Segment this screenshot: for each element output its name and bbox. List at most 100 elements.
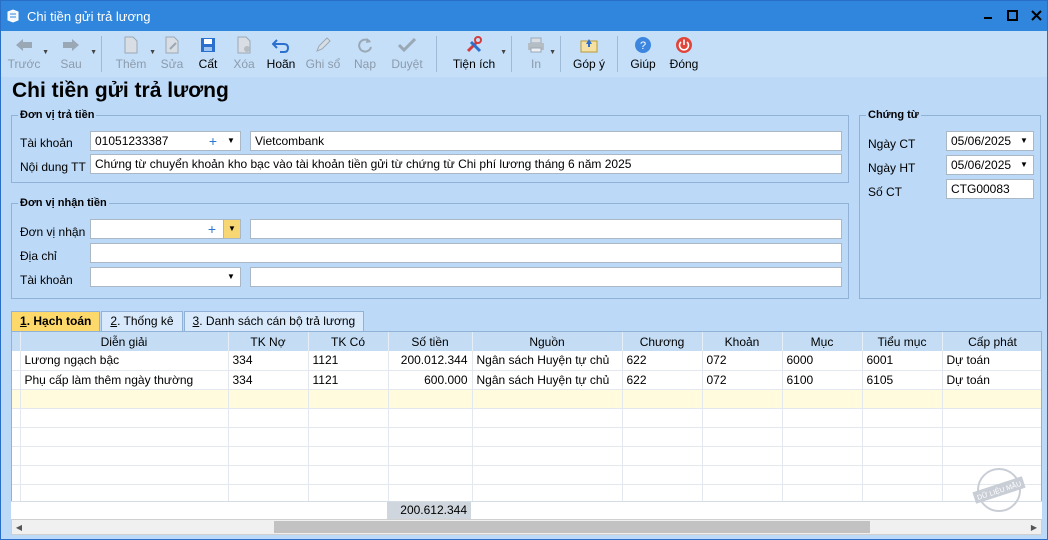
table-cell[interactable]: Dự toán	[942, 370, 1041, 390]
table-cell[interactable]: 6105	[862, 370, 943, 390]
chevron-down-icon[interactable]: ▼	[223, 220, 240, 238]
chevron-down-icon[interactable]: ▼	[1017, 133, 1031, 149]
title-bar: Chi tiền gửi trả lương	[1, 1, 1047, 31]
arrow-right-icon	[60, 35, 82, 55]
approve-button[interactable]: Duyệt	[384, 31, 430, 77]
table-row[interactable]: Lương ngạch bậc 334 1121 200.012.344 Ngâ…	[12, 351, 1041, 371]
scroll-right-icon[interactable]: ▶	[1027, 520, 1041, 534]
tools-icon	[463, 35, 485, 55]
receiver-legend: Đơn vị nhận tiền	[20, 197, 107, 209]
table-cell[interactable]: 1121	[308, 351, 389, 371]
table-row-empty[interactable]	[12, 427, 1041, 447]
column-header[interactable]: Số tiền	[388, 332, 473, 351]
column-header[interactable]: Mục	[782, 332, 863, 351]
sample-data-stamp: DỮ LIỆU MẪU	[969, 467, 1029, 513]
table-row[interactable]: Phụ cấp làm thêm ngày thường 334 1121 60…	[12, 370, 1041, 390]
prev-button[interactable]: Trước ▼	[1, 31, 49, 77]
column-header[interactable]: Khoản	[702, 332, 783, 351]
feedback-button[interactable]: Góp ý	[567, 31, 611, 77]
table-cell[interactable]: 072	[702, 370, 783, 390]
page-title: Chi tiền gửi trả lương	[12, 79, 229, 102]
tab-danh-sach-can-bo[interactable]: 3. Danh sách cán bộ trả lương	[183, 311, 365, 331]
table-cell[interactable]: 072	[702, 351, 783, 371]
undo-button[interactable]: Hoãn	[262, 31, 300, 77]
table-row-empty[interactable]	[12, 465, 1041, 485]
table-cell[interactable]: 622	[622, 351, 703, 371]
scroll-left-icon[interactable]: ◀	[12, 520, 26, 534]
grid-header-row: Diễn giải TK Nợ TK Có Số tiền Nguồn Chươ…	[12, 332, 1041, 351]
feedback-icon	[578, 35, 600, 55]
total-amount: 200.612.344	[387, 502, 471, 519]
receiver-bank-field[interactable]	[250, 267, 842, 287]
edit-button[interactable]: Sửa	[154, 31, 190, 77]
add-icon[interactable]: +	[205, 221, 219, 237]
table-cell[interactable]: Phụ cấp làm thêm ngày thường	[20, 370, 229, 390]
tab-thong-ke[interactable]: 2. Thống kê	[101, 311, 183, 331]
column-header[interactable]: Nguồn	[472, 332, 623, 351]
voucher-legend: Chứng từ	[868, 109, 919, 121]
table-cell[interactable]: 600.000	[388, 370, 473, 390]
table-cell[interactable]: 334	[228, 370, 309, 390]
post-button[interactable]: Ghi sổ	[300, 31, 346, 77]
table-cell[interactable]: 6000	[782, 351, 863, 371]
date-ct-picker[interactable]: 05/06/2025 ▼	[946, 131, 1034, 151]
app-window: Chi tiền gửi trả lương Trước ▼ Sau ▼ Thê…	[0, 0, 1048, 540]
toolbar-separator	[101, 36, 102, 72]
printer-icon	[525, 35, 547, 55]
payer-account-value: 01051233387	[95, 134, 169, 148]
date-ht-picker[interactable]: 05/06/2025 ▼	[946, 155, 1034, 175]
chevron-down-icon[interactable]: ▼	[224, 133, 238, 149]
payer-account-combo[interactable]: 01051233387 + ▼	[90, 131, 241, 151]
column-header[interactable]: Cấp phát	[942, 332, 1041, 351]
table-cell[interactable]: 200.012.344	[388, 351, 473, 371]
scrollbar-thumb[interactable]	[274, 521, 870, 533]
table-cell[interactable]: 6100	[782, 370, 863, 390]
close-icon[interactable]	[1029, 7, 1043, 23]
maximize-icon[interactable]	[1005, 7, 1019, 23]
table-cell[interactable]: 6001	[862, 351, 943, 371]
column-header[interactable]: Tiểu mục	[862, 332, 943, 351]
chevron-down-icon[interactable]: ▼	[224, 269, 238, 285]
add-button[interactable]: Thêm ▼	[108, 31, 156, 77]
table-cell[interactable]: Ngân sách Huyện tự chủ	[472, 370, 623, 390]
payer-bank-field[interactable]: Vietcombank	[250, 131, 842, 151]
table-cell[interactable]: Dự toán	[942, 351, 1041, 371]
date-ct-label: Ngày CT	[868, 137, 916, 151]
column-header[interactable]: TK Có	[308, 332, 389, 351]
table-cell[interactable]: Ngân sách Huyện tự chủ	[472, 351, 623, 371]
table-row-empty[interactable]	[12, 408, 1041, 428]
minimize-icon[interactable]	[981, 7, 995, 23]
help-button[interactable]: ? Giúp	[624, 31, 662, 77]
table-cell[interactable]: 1121	[308, 370, 389, 390]
table-cell[interactable]: Lương ngạch bậc	[20, 351, 229, 371]
table-cell[interactable]: 622	[622, 370, 703, 390]
utilities-button[interactable]: Tiện ích ▼	[443, 31, 507, 77]
so-ct-field[interactable]: CTG00083	[946, 179, 1034, 199]
receiver-unit-combo[interactable]: + ▼	[90, 219, 241, 239]
table-row-new[interactable]	[12, 389, 1041, 409]
save-button[interactable]: Cất	[190, 31, 226, 77]
chevron-down-icon[interactable]: ▼	[1017, 157, 1031, 173]
table-row-empty[interactable]	[12, 446, 1041, 466]
receiver-address-field[interactable]	[90, 243, 842, 263]
tab-hach-toan[interactable]: 1. Hạch toán	[11, 311, 101, 331]
column-header[interactable]: Chương	[622, 332, 703, 351]
payer-content-label: Nội dung TT	[20, 160, 86, 174]
receiver-account-combo[interactable]: ▼	[90, 267, 241, 287]
table-cell[interactable]: 334	[228, 351, 309, 371]
next-button[interactable]: Sau ▼	[47, 31, 97, 77]
horizontal-scrollbar[interactable]: ◀ ▶	[11, 519, 1042, 535]
column-header[interactable]: TK Nợ	[228, 332, 309, 351]
receiver-unit-name-field[interactable]	[250, 219, 842, 239]
print-button[interactable]: In ▼	[518, 31, 556, 77]
column-header[interactable]: Diễn giải	[20, 332, 229, 351]
load-button[interactable]: Nạp	[346, 31, 384, 77]
utilities-dropdown-icon[interactable]: ▼	[500, 49, 507, 56]
receiver-account-label: Tài khoản	[20, 273, 73, 287]
add-icon[interactable]: +	[206, 133, 220, 149]
close-window-button[interactable]: Đóng	[662, 31, 706, 77]
payer-content-field[interactable]: Chứng từ chuyển khoản kho bạc vào tài kh…	[90, 154, 842, 174]
print-dropdown-icon[interactable]: ▼	[549, 49, 556, 56]
next-dropdown-icon[interactable]: ▼	[90, 49, 97, 56]
delete-button[interactable]: Xóa	[226, 31, 262, 77]
